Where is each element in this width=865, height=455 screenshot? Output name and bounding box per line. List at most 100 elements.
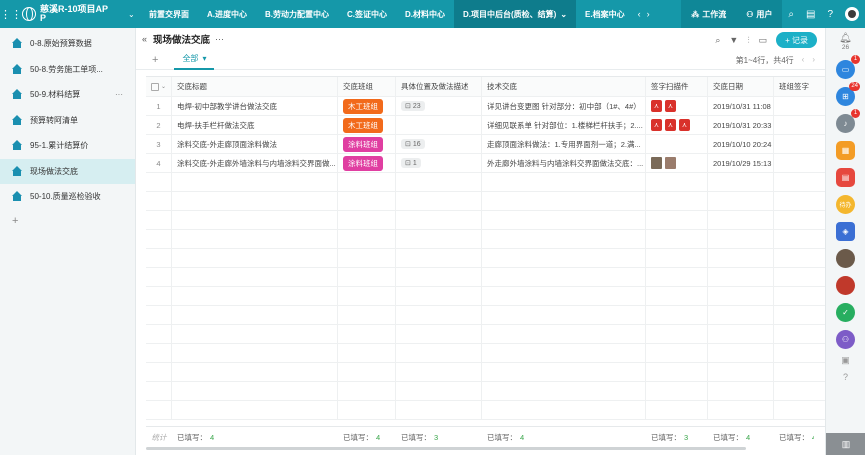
sidebar-item-material-settlement[interactable]: 50-9.材料结算 ··· [0,82,135,108]
tab-visa[interactable]: C.签证中心 [338,0,396,28]
cell-date[interactable] [708,325,774,343]
cell-attachments[interactable] [646,249,708,267]
cell-signature[interactable] [774,306,814,324]
cell-title[interactable] [172,249,338,267]
cell-description[interactable] [396,325,482,343]
chevron-right-icon[interactable]: › [647,9,650,19]
cell-signature[interactable] [774,154,814,172]
tab-frontend[interactable]: 前置交界面 [140,0,198,28]
pdf-icon[interactable]: ⋏ [665,119,676,131]
cell-team[interactable]: 涂料班组 [338,154,396,172]
sidebar-item-original-budget[interactable]: 0-8.原始预算数据 [0,31,135,57]
column-header[interactable]: 交底标题 [172,77,338,96]
cell-team[interactable] [338,325,396,343]
filter-icon[interactable]: ▼ [729,35,738,45]
cell-description[interactable] [396,401,482,419]
chat-icon[interactable]: ▭ 1 [836,55,860,79]
app-grid-icon[interactable]: ⋮⋮ [0,0,22,28]
cell-description[interactable] [396,306,482,324]
pdf-icon[interactable]: ⋏ [679,119,690,131]
cell-date[interactable]: 2019/10/31 20:33 [708,116,774,134]
table-row[interactable] [146,173,825,192]
tab-archive[interactable]: E.档案中心 [576,0,634,28]
cell-date[interactable] [708,382,774,400]
cell-technical[interactable] [482,192,646,210]
table-row[interactable] [146,192,825,211]
cell-title[interactable]: 电焊-初中部教学讲台做法交底 [172,97,338,115]
org-chart-icon[interactable]: ⊞ 24 [836,82,860,106]
cell-description[interactable] [396,344,482,362]
cell-title[interactable] [172,211,338,229]
cube-icon[interactable]: ◈ [836,222,855,241]
help-icon[interactable]: ? [843,372,848,382]
cell-signature[interactable] [774,363,814,381]
cell-date[interactable]: 2019/10/31 11:08 [708,97,774,115]
cell-date[interactable] [708,287,774,305]
column-header[interactable]: 交底日期 [708,77,774,96]
cell-date[interactable] [708,363,774,381]
cell-attachments[interactable] [646,401,708,419]
cell-team[interactable] [338,363,396,381]
cell-date[interactable] [708,173,774,191]
select-all-checkbox[interactable]: ⌄ [146,77,172,96]
cell-attachments[interactable] [646,363,708,381]
search-icon[interactable]: ⌕ [715,35,720,46]
tab-material[interactable]: D.材料中心 [396,0,454,28]
group-icon[interactable]: ⚇ [836,330,855,349]
cell-title[interactable] [172,382,338,400]
cell-title[interactable]: 电焊-扶手栏杆做法交底 [172,116,338,134]
cell-team[interactable] [338,230,396,248]
table-row[interactable] [146,401,825,420]
app-avatar-1[interactable] [836,249,855,268]
column-header[interactable]: 交底班组 [338,77,396,96]
column-header[interactable]: 具体位置及做法描述 [396,77,482,96]
tab-progress[interactable]: A.进度中心 [198,0,256,28]
cell-title[interactable] [172,363,338,381]
comment-icon[interactable]: ▭ [759,35,768,46]
photo-thumbnail[interactable] [651,157,662,169]
tab-backend[interactable]: D.项目中后台(质检、结算) ⌄ [454,0,577,28]
cell-team[interactable] [338,306,396,324]
cell-description[interactable] [396,268,482,286]
cell-title[interactable] [172,344,338,362]
table-row[interactable] [146,287,825,306]
pdf-icon[interactable]: ⋏ [651,119,662,131]
avatar[interactable] [845,7,859,21]
cell-technical[interactable]: 详见讲台变更图 针对部分：初中部（1#、4#） [482,97,646,115]
cell-title[interactable] [172,268,338,286]
cell-attachments[interactable] [646,325,708,343]
cell-signature[interactable] [774,192,814,210]
tab-all[interactable]: 全部 ▾ [174,50,215,70]
cell-attachments[interactable] [646,306,708,324]
cell-signature[interactable] [774,382,814,400]
tab-scroll-arrows[interactable]: ‹ › [634,9,654,19]
cell-technical[interactable] [482,230,646,248]
sidebar-item-cumulative-price[interactable]: 95-1.累计结算价 [0,133,135,159]
cell-signature[interactable] [774,173,814,191]
cell-date[interactable] [708,344,774,362]
cell-description[interactable] [396,230,482,248]
cell-signature[interactable] [774,116,814,134]
cell-attachments[interactable] [646,230,708,248]
cell-technical[interactable] [482,268,646,286]
document-icon[interactable]: ▤ [800,9,821,20]
cell-attachments[interactable] [646,173,708,191]
table-row[interactable] [146,382,825,401]
cell-technical[interactable] [482,173,646,191]
cell-technical[interactable] [482,211,646,229]
cell-title[interactable] [172,325,338,343]
cell-technical[interactable] [482,306,646,324]
cell-technical[interactable] [482,363,646,381]
table-row[interactable] [146,230,825,249]
add-view-button[interactable]: + [152,54,158,66]
table-row[interactable]: 4 涂料交底-外走廊外墙涂料与内墙涂料交界面做... 涂料班组 ⊡ 1 外走廊外墙涂料与… [146,154,825,173]
chevron-left-icon[interactable]: ‹ [638,9,641,19]
cell-date[interactable] [708,268,774,286]
cell-description[interactable]: ⊡ 1 [396,154,482,172]
column-header[interactable]: 签字扫描件 [646,77,708,96]
cell-date[interactable] [708,249,774,267]
cell-attachments[interactable] [646,192,708,210]
calendar-icon[interactable]: ▤ [836,168,855,187]
pdf-icon[interactable]: ⋏ [651,100,662,112]
cell-attachments[interactable]: ⋏ ⋏ ⋏ [646,116,708,134]
